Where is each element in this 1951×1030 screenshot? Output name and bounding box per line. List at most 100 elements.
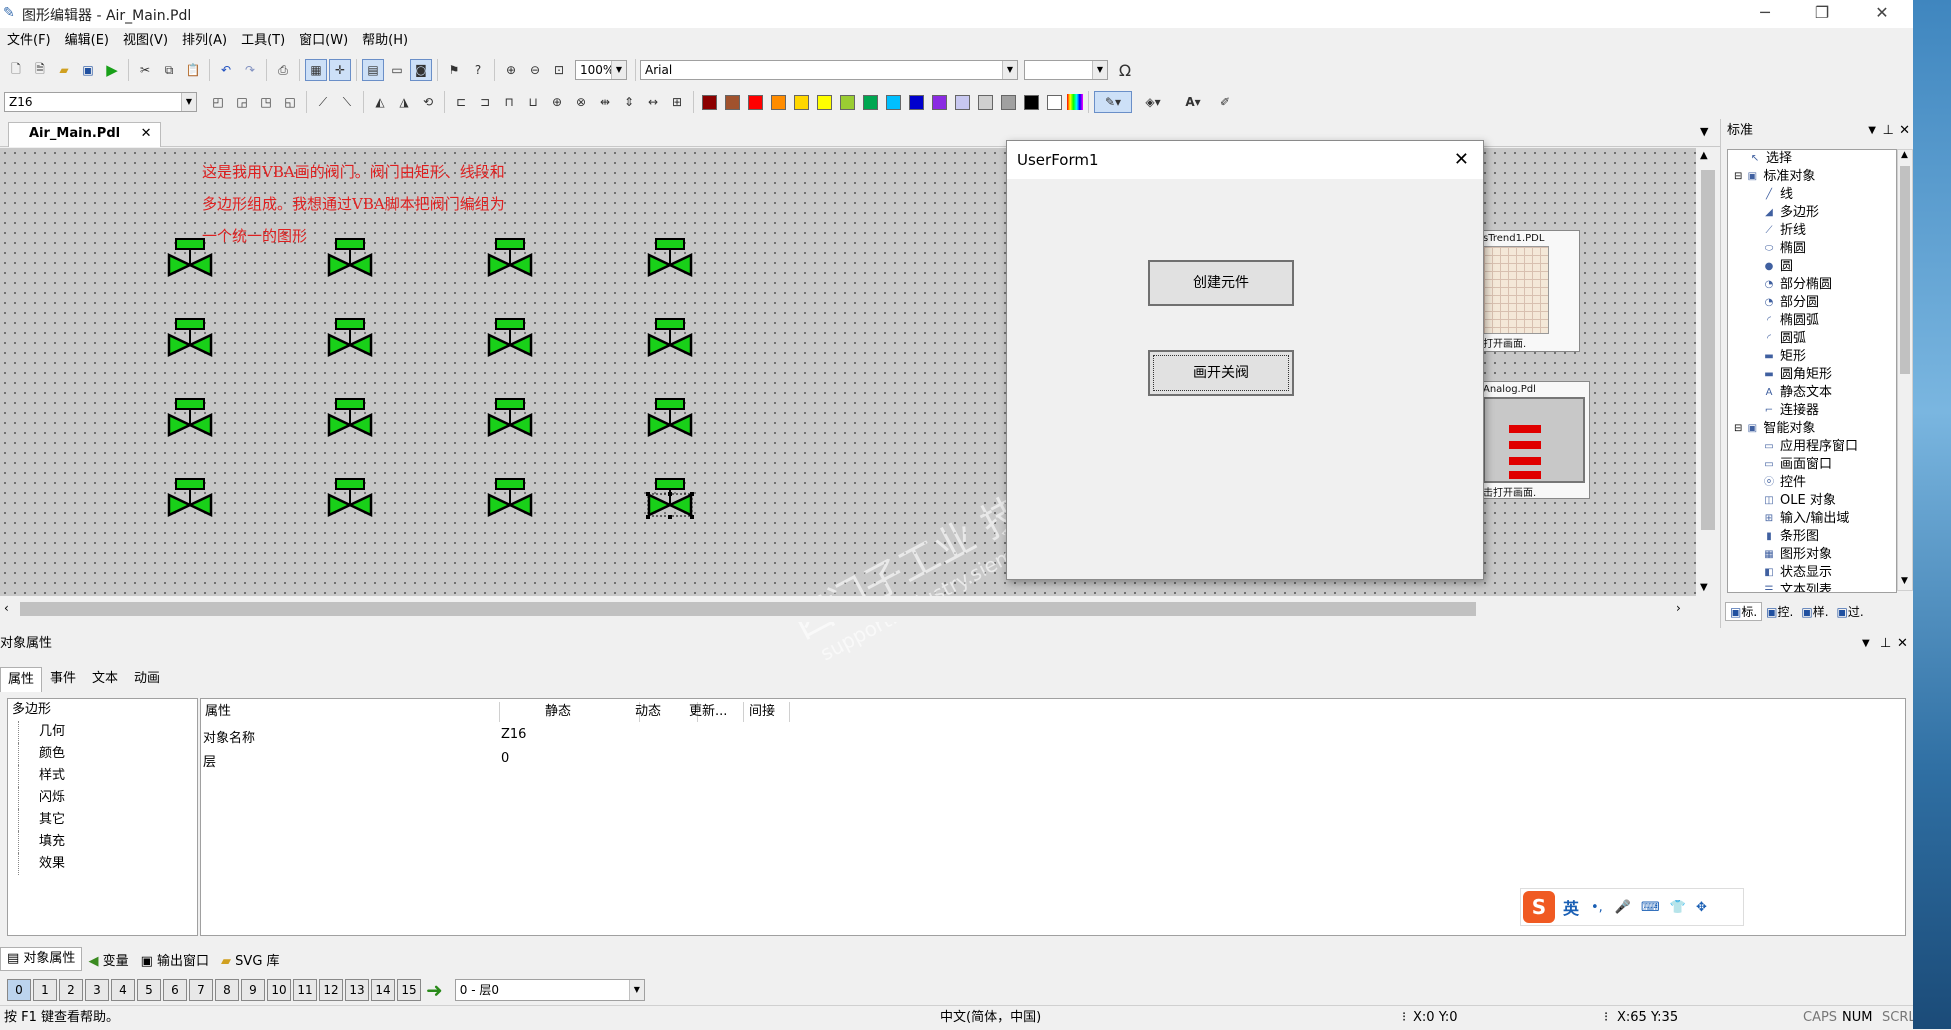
send-back-icon[interactable]: ◲ (231, 91, 253, 113)
thumbnail-trend[interactable]: sTrend1.PDL 打开画面. (1480, 230, 1580, 352)
property-category[interactable]: 效果 (18, 853, 197, 875)
color-swatch[interactable] (725, 94, 740, 110)
property-row[interactable]: 对象名称 Z16 (203, 725, 1903, 747)
layer-button[interactable]: 5 (137, 979, 161, 1001)
color-swatch[interactable] (771, 94, 786, 110)
valve-symbol[interactable] (166, 318, 214, 362)
palette-icon[interactable]: ◙ (410, 59, 432, 81)
tab-output[interactable]: ▣ 输出窗口 (135, 950, 215, 969)
palette-item[interactable]: ◜ 圆弧 (1728, 330, 1896, 348)
layer-button[interactable]: 9 (241, 979, 265, 1001)
palette-item[interactable]: ╱ 线 (1728, 186, 1896, 204)
forward-icon[interactable]: ◳ (255, 91, 277, 113)
mirror-v-icon[interactable]: ◮ (393, 91, 415, 113)
paste-icon[interactable]: 📋 (182, 59, 204, 81)
color-dialog-icon[interactable] (1067, 94, 1083, 110)
color-swatch[interactable] (909, 94, 924, 110)
toolbox-icon[interactable]: ✥ (1696, 900, 1707, 915)
snap-icon[interactable]: ✛ (329, 59, 351, 81)
rotate-icon[interactable]: ⟲ (417, 91, 439, 113)
menu-tools[interactable]: 工具(T) (234, 29, 292, 53)
valve-symbol[interactable] (326, 318, 374, 362)
close-tab-icon[interactable]: ✕ (141, 126, 152, 141)
zoom-select[interactable]: 100% ▼ (575, 60, 627, 80)
vscroll-thumb[interactable] (1701, 170, 1715, 530)
palette-item[interactable]: A 静态文本 (1728, 384, 1896, 402)
palette-item[interactable]: ▭ 画面窗口 (1728, 456, 1896, 474)
distribute-v-icon[interactable]: ⇕ (618, 91, 640, 113)
palette-item[interactable]: ⌐ 连接器 (1728, 402, 1896, 420)
fill-color-icon[interactable]: ◈▾ (1134, 91, 1172, 113)
palette-item[interactable]: ◜ 椭圆弧 (1728, 312, 1896, 330)
layer-button[interactable]: 15 (397, 979, 421, 1001)
cut-icon[interactable]: ✂ (134, 59, 156, 81)
palette-item[interactable]: ◔ 部分圆 (1728, 294, 1896, 312)
hscroll-thumb[interactable] (20, 602, 1476, 616)
palette-item[interactable]: ▬ 矩形 (1728, 348, 1896, 366)
layer-button[interactable]: 13 (345, 979, 369, 1001)
library-icon[interactable]: ▭ (386, 59, 408, 81)
close-window-button[interactable]: ✕ (1862, 3, 1902, 25)
eyedropper-icon[interactable]: ✐ (1214, 91, 1236, 113)
color-swatch[interactable] (1001, 94, 1016, 110)
microphone-icon[interactable]: 🎤 (1615, 900, 1631, 915)
palette-item[interactable]: ⓞ 控件 (1728, 474, 1896, 492)
valve-symbol[interactable] (486, 478, 534, 522)
color-swatch[interactable] (886, 94, 901, 110)
copy-icon[interactable]: ⧉ (158, 59, 180, 81)
skin-icon[interactable]: 👕 (1670, 900, 1686, 915)
close-dialog-button[interactable]: ✕ (1454, 141, 1469, 179)
tab-properties[interactable]: 属性 (0, 666, 43, 692)
color-swatch[interactable] (1024, 94, 1039, 110)
thumbnail-analog[interactable]: Analog.Pdl 击打开画面. (1480, 381, 1590, 499)
minimize-button[interactable]: ─ (1745, 3, 1785, 25)
layer-button[interactable]: 0 (7, 979, 31, 1001)
valve-symbol[interactable] (326, 398, 374, 442)
tab-animation[interactable]: 动画 (126, 666, 168, 692)
new-from-template-icon[interactable]: 🗎 (29, 59, 51, 81)
palette-item[interactable]: ◫ OLE 对象 (1728, 492, 1896, 510)
column-header-static[interactable]: 静态 (545, 702, 640, 722)
same-width-icon[interactable]: ↔ (642, 91, 664, 113)
arrow-right-icon[interactable]: ➜ (426, 978, 443, 1002)
panel-tab[interactable]: ▣控. (1762, 603, 1797, 620)
pin-icon[interactable]: ⊥ (1880, 632, 1891, 656)
property-category[interactable]: 闪烁 (18, 787, 197, 809)
color-swatch[interactable] (840, 94, 855, 110)
layer-button[interactable]: 11 (293, 979, 317, 1001)
property-category[interactable]: 颜色 (18, 743, 197, 765)
color-swatch[interactable] (794, 94, 809, 110)
center-h-icon[interactable]: ⊕ (546, 91, 568, 113)
palette-item[interactable]: ↖ 选择 (1728, 150, 1896, 168)
palette-item[interactable]: ☰ 文本列表 (1728, 582, 1896, 592)
layer-button[interactable]: 1 (33, 979, 57, 1001)
panel-tab[interactable]: ▣过. (1833, 603, 1868, 620)
column-header-indirect[interactable]: 间接 (749, 702, 790, 722)
color-swatch[interactable] (748, 94, 763, 110)
draw-valve-button[interactable]: 画开关阀 (1148, 350, 1294, 396)
color-swatch[interactable] (1047, 94, 1062, 110)
property-category[interactable]: 样式 (18, 765, 197, 787)
property-row[interactable]: 层 0 (203, 749, 1903, 771)
valve-symbol[interactable] (166, 478, 214, 522)
layer-button[interactable]: 3 (85, 979, 109, 1001)
column-header-property[interactable]: 属性 (205, 702, 500, 722)
group-icon[interactable]: ⟋ (312, 91, 334, 113)
font-select[interactable]: Arial ▼ (640, 60, 1018, 80)
valve-symbol[interactable] (646, 478, 694, 522)
tab-air-main[interactable]: Air_Main.Pdl ✕ (8, 122, 161, 147)
panel-tab[interactable]: ▣标. (1725, 601, 1763, 621)
color-swatch[interactable] (932, 94, 947, 110)
tab-events[interactable]: 事件 (42, 666, 84, 692)
palette-item[interactable]: ▬ 圆角矩形 (1728, 366, 1896, 384)
align-left-icon[interactable]: ⊏ (450, 91, 472, 113)
layer-button[interactable]: 4 (111, 979, 135, 1001)
align-bottom-icon[interactable]: ⊔ (522, 91, 544, 113)
palette-item[interactable]: ⬭ 椭圆 (1728, 240, 1896, 258)
menu-help[interactable]: 帮助(H) (355, 29, 415, 53)
layer-button[interactable]: 10 (267, 979, 291, 1001)
palette-item[interactable]: ⊞ 输入/输出域 (1728, 510, 1896, 528)
valve-symbol[interactable] (646, 238, 694, 282)
valve-symbol[interactable] (326, 238, 374, 282)
panel-menu-icon[interactable]: ▼ (1862, 632, 1870, 656)
